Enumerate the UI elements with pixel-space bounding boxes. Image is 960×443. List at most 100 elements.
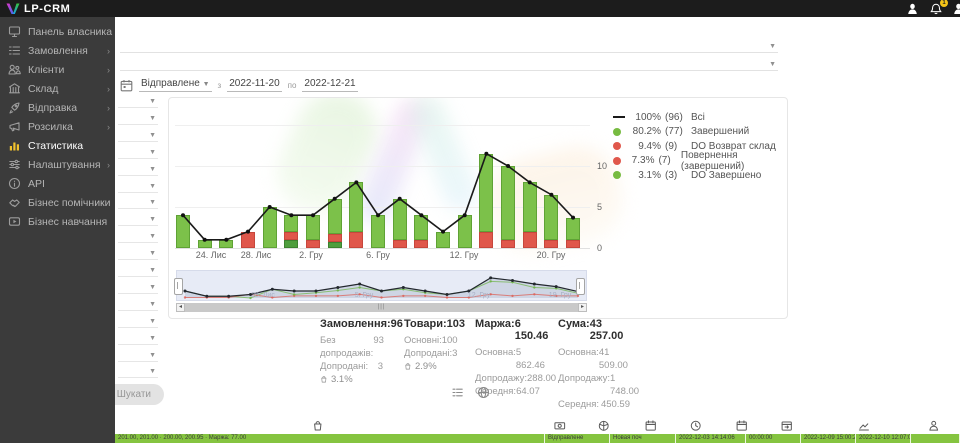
side-filter-select-6[interactable]: ▼: [118, 179, 158, 193]
package-icon[interactable]: [598, 419, 610, 431]
side-filter-select-2[interactable]: ▼: [118, 111, 158, 125]
scrollbar-grip[interactable]: |||: [378, 304, 386, 311]
legend-item[interactable]: 3.1%(3)DO Завершено: [613, 168, 787, 183]
chart-scrollbar[interactable]: ◂ ||| ▸: [176, 303, 587, 312]
side-filter-select-4[interactable]: ▼: [118, 145, 158, 159]
sidebar-item-відправка[interactable]: Відправка›: [0, 98, 115, 117]
bell-badge: 1: [940, 0, 948, 7]
legend-count: (3): [665, 170, 691, 181]
side-filter-select-9[interactable]: ▼: [118, 229, 158, 243]
list-view-icon[interactable]: [451, 386, 464, 399]
sidebar-item-склад[interactable]: Склад›: [0, 79, 115, 98]
legend-item[interactable]: 100%(96)Всі: [613, 110, 787, 125]
side-filter-select-17[interactable]: ▼: [118, 364, 158, 378]
sidebar-item-статистика[interactable]: Статистика: [0, 136, 115, 155]
side-filter-select-7[interactable]: ▼: [118, 195, 158, 209]
side-filter-select-14[interactable]: ▼: [118, 314, 158, 328]
legend-item[interactable]: 7.3%(7)Повернення (завершений): [613, 154, 787, 169]
legend-dot-swatch: [613, 171, 627, 179]
side-filter-select-10[interactable]: ▼: [118, 246, 158, 260]
table-cell: Новая поч: [610, 434, 676, 443]
bag-icon[interactable]: [312, 419, 324, 431]
sidebar-item-label: Налаштування: [28, 159, 101, 171]
chevron-down-icon: ▼: [149, 284, 156, 291]
user-icon[interactable]: [907, 2, 921, 16]
x-tick-label: 6. Гру: [366, 250, 390, 260]
calendar-icon[interactable]: [736, 419, 748, 431]
summary-title: Товари:103: [404, 318, 449, 330]
chevron-right-icon: ›: [107, 122, 110, 132]
summary-row: Допродані:3: [320, 360, 383, 373]
side-filter-select-12[interactable]: ▼: [118, 280, 158, 294]
side-filter-select-15[interactable]: ▼: [118, 331, 158, 345]
summary-row-value: 100: [442, 334, 458, 347]
calendar-export-icon[interactable]: [781, 419, 793, 431]
summary-row-value: 3: [378, 360, 383, 373]
sidebar-item-label: Відправка: [28, 102, 77, 114]
side-filter-select-1[interactable]: ▼: [118, 94, 158, 108]
sidebar-item-налаштування[interactable]: Налаштування›: [0, 155, 115, 174]
api-icon: [8, 177, 21, 190]
side-filter-select-5[interactable]: ▼: [118, 162, 158, 176]
summary-title-label: Замовлення:: [320, 318, 391, 330]
side-filter-select-16[interactable]: ▼: [118, 348, 158, 362]
sidebar-item-бізнес-помічники[interactable]: Бізнес помічники: [0, 193, 115, 212]
navigator-date-label: 28. Лис: [251, 292, 275, 299]
sidebar-item-клієнти[interactable]: Клієнти›: [0, 60, 115, 79]
legend-percent: 3.1%: [627, 170, 661, 181]
sidebar-item-api[interactable]: API: [0, 174, 115, 193]
sidebar-item-замовлення[interactable]: Замовлення›: [0, 41, 115, 60]
navigator-mini-chart: [177, 271, 586, 300]
legend-count: (7): [658, 155, 680, 166]
summary-row-value: 288.00: [527, 372, 556, 385]
navigator-left-handle[interactable]: [174, 278, 183, 295]
sidebar-item-label: Бізнес помічники: [28, 197, 111, 209]
legend-percent: 9.4%: [627, 141, 661, 152]
sidebar-item-бізнес-навчання[interactable]: Бізнес навчання: [0, 212, 115, 231]
side-filter-select-8[interactable]: ▼: [118, 212, 158, 226]
sidebar-item-label: Бізнес навчання: [28, 216, 107, 228]
date-from-input[interactable]: 2022-11-20: [227, 78, 281, 92]
date-type-select[interactable]: Відправлене ▼: [139, 78, 212, 92]
legend-count: (96): [665, 112, 691, 123]
filter-select-2[interactable]: ▼: [120, 57, 778, 71]
y-tick-label: 0: [597, 243, 602, 253]
summary-column: Замовлення:96Без допродажів:93Допродані:…: [320, 318, 383, 386]
date-to-input[interactable]: 2022-12-21: [302, 78, 357, 92]
summary-row: Основні:100: [404, 334, 449, 347]
notifications-bell-icon[interactable]: 1: [930, 2, 944, 16]
logo[interactable]: LP-CRM: [6, 3, 70, 15]
summary-column: Сума:43 257.00Основна:41 509.00Допродажу…: [558, 318, 630, 411]
upsell-percent: 2.9%: [404, 360, 449, 373]
globe-view-icon[interactable]: [477, 386, 490, 399]
sidebar-item-панель-власника[interactable]: Панель власника: [0, 22, 115, 41]
chevron-down-icon: ▼: [149, 301, 156, 308]
side-filter-select-3[interactable]: ▼: [118, 128, 158, 142]
table-row[interactable]: 201.00, 201.00 · 200.00, 200.95 · Маржа:…: [115, 434, 960, 443]
summary-row: Допродажу:288.00: [475, 372, 539, 385]
bag-icon: [320, 375, 328, 384]
dot-swatch: [613, 157, 621, 165]
chart-navigator[interactable]: 28. Лис5. Гру12. Гру19. Гру: [176, 270, 587, 301]
navigator-right-handle[interactable]: [576, 278, 585, 295]
legend-item[interactable]: 80.2%(77)Завершений: [613, 125, 787, 140]
clock-icon[interactable]: [690, 419, 702, 431]
calendar-icon[interactable]: [645, 419, 657, 431]
side-filter-select-13[interactable]: ▼: [118, 297, 158, 311]
trend-icon[interactable]: [858, 419, 870, 431]
scroll-right-arrow[interactable]: ▸: [578, 303, 587, 312]
summary-row-label: Допродані:: [404, 347, 452, 360]
calendar-icon[interactable]: [120, 79, 133, 92]
legend-count: (77): [665, 126, 691, 137]
filter-select-1[interactable]: ▼: [120, 39, 778, 53]
profile-icon[interactable]: [953, 2, 960, 16]
side-filter-select-11[interactable]: ▼: [118, 263, 158, 277]
sidebar-item-розсилка[interactable]: Розсилка›: [0, 117, 115, 136]
summary-title-label: Товари:: [404, 318, 447, 330]
logo-text: LP-CRM: [24, 3, 70, 15]
summary-title-value: 96: [391, 318, 403, 330]
banknote-icon[interactable]: [554, 419, 566, 431]
person-icon[interactable]: [928, 419, 940, 431]
scroll-left-arrow[interactable]: ◂: [176, 303, 185, 312]
summary-row-label: Допродажу:: [558, 372, 610, 398]
